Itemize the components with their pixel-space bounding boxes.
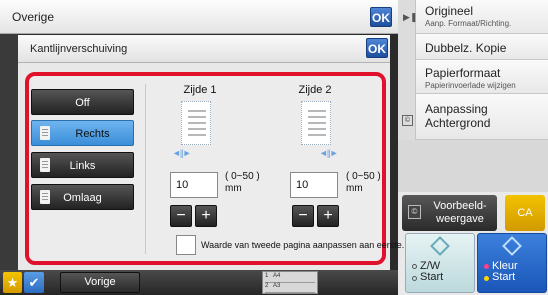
tray-row: 2 A3 (265, 283, 315, 293)
option-links[interactable]: Links (31, 152, 134, 178)
side2-unit: mm (346, 183, 363, 194)
preview-label-2: weergave (436, 213, 484, 225)
option-label: Omlaag (63, 192, 102, 204)
favorite-star-icon[interactable]: ★ (3, 272, 22, 293)
tray-row: 1 A4 (265, 273, 315, 283)
background-edge (0, 34, 18, 270)
menu-item-title: Papierformaat (425, 66, 501, 80)
side2-input[interactable]: 10 (290, 172, 338, 198)
option-omlaag[interactable]: Omlaag (31, 184, 134, 210)
option-label: Rechts (75, 128, 110, 140)
menu-item-title: Aanpassing Achtergrond (425, 102, 491, 130)
side1-unit: mm (225, 183, 242, 194)
menu-item-aanpassing-achtergrond[interactable]: Aanpassing Achtergrond (416, 94, 548, 140)
start-bw-label-2: Start (420, 271, 444, 283)
menu-item-title: Dubbelz. Kopie (425, 41, 507, 55)
menu-item-papierformaat[interactable]: Papierformaat Papierinvoerlade wijzigen (416, 60, 548, 94)
paper-tray-status: 1 A4 2 A3 (262, 271, 318, 294)
right-panel-blank (398, 140, 548, 192)
option-label: Links (69, 160, 96, 172)
option-off[interactable]: Off (31, 89, 134, 115)
tray-size: A3 (273, 283, 281, 289)
right-panel-handle[interactable]: ▶❚ © (398, 0, 417, 140)
tray-number: 2 (265, 283, 269, 289)
preview-label-1: Voorbeeld- (433, 200, 487, 212)
side2-label: Zijde 2 (298, 84, 332, 96)
start-bw-button[interactable]: Z/W Start (405, 233, 475, 293)
preview-icon: © (408, 205, 421, 219)
side1-range: ( 0~50 ) mm (225, 171, 260, 195)
start-diamond-icon (502, 236, 522, 256)
dialog-ok-button[interactable]: OK (366, 38, 388, 58)
page-margin-icon (301, 101, 331, 145)
clear-all-button[interactable]: CA (505, 195, 545, 231)
radio-dot-icon (412, 276, 417, 281)
start-color-button[interactable]: Kleur Start (477, 233, 547, 293)
side1-label: Zijde 1 (183, 84, 217, 96)
side1-range-text: ( 0~50 ) (225, 171, 260, 182)
tray-size: A4 (273, 273, 281, 279)
preview-button[interactable]: © Voorbeeld-weergave (402, 195, 497, 231)
match-pages-label: Waarde van tweede pagina aanpassen aan e… (201, 240, 405, 250)
page-icon (40, 126, 50, 140)
start-diamond-icon (430, 236, 450, 256)
top-bar: Overige (0, 0, 398, 34)
side2-range: ( 0~50 ) mm (346, 171, 381, 195)
color-dot-icon (484, 264, 489, 269)
checkmark-icon[interactable]: ✔ (24, 272, 44, 293)
tray-number: 1 (265, 273, 269, 279)
menu-item-subtitle: Aanp. Formaat/Richting. (425, 19, 512, 28)
shift-arrows-icon: ◄||► (319, 148, 338, 158)
menu-item-origineel[interactable]: Origineel Aanp. Formaat/Richting. (416, 0, 548, 34)
match-pages-checkbox[interactable] (176, 235, 196, 255)
dialog-title: Kantlijnverschuiving (30, 43, 128, 55)
menu-item-title: Origineel (425, 4, 474, 18)
radio-dot-icon (412, 264, 417, 269)
top-ok-button[interactable]: OK (370, 7, 392, 27)
menu-item-dubbelz-kopie[interactable]: Dubbelz. Kopie (416, 34, 548, 60)
dialog-header: Kantlijnverschuiving (18, 35, 390, 63)
side1-plus-button[interactable]: + (195, 205, 217, 227)
divider (145, 84, 146, 254)
document-icon: © (402, 115, 413, 126)
top-bar-title: Overige (12, 10, 55, 24)
menu-item-subtitle: Papierinvoerlade wijzigen (425, 81, 516, 90)
back-button[interactable]: Vorige (60, 272, 140, 293)
start-color-label-2: Start (492, 271, 516, 283)
side2-plus-button[interactable]: + (317, 205, 339, 227)
side2-minus-button[interactable]: − (292, 205, 314, 227)
option-rechts[interactable]: Rechts (31, 120, 134, 146)
side1-input[interactable]: 10 (170, 172, 218, 198)
side1-minus-button[interactable]: − (170, 205, 192, 227)
shift-arrows-icon: ◄||► (172, 148, 191, 158)
page-margin-icon (181, 101, 211, 145)
option-label: Off (75, 97, 90, 109)
side2-range-text: ( 0~50 ) (346, 171, 381, 182)
color-dot-icon (484, 276, 489, 281)
